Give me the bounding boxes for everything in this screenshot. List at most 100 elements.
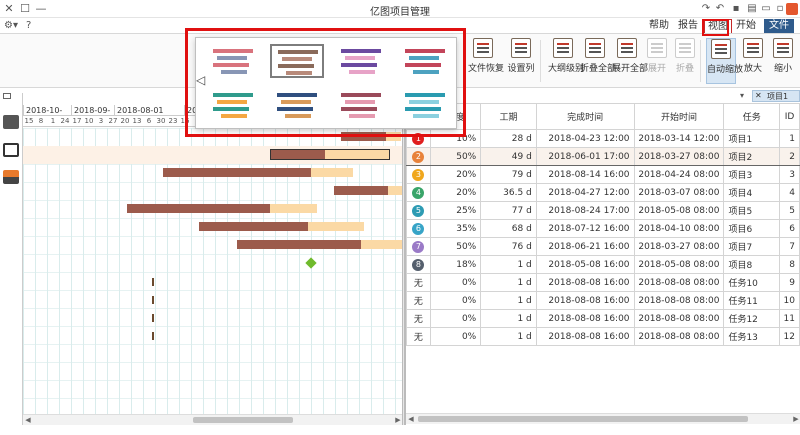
- gantt-style-thumbnail[interactable]: [270, 44, 324, 78]
- cell-start[interactable]: 2018-03-27 08:00: [633, 237, 725, 256]
- cell-start[interactable]: 2018-08-08 08:00: [633, 273, 725, 292]
- gantt-style-thumbnail[interactable]: [398, 88, 452, 122]
- gantt-style-thumbnail[interactable]: [334, 88, 388, 122]
- undo-icon[interactable]: ↶: [714, 3, 726, 15]
- gantt-bar[interactable]: [270, 149, 390, 160]
- save-icon[interactable]: ▪: [730, 3, 742, 15]
- cell-id[interactable]: 9: [779, 273, 800, 292]
- cell-task[interactable]: 项目7: [723, 237, 781, 256]
- cell-progress[interactable]: 35%: [429, 219, 482, 238]
- gantt-task-marker[interactable]: [152, 296, 154, 304]
- briefcase-icon[interactable]: [3, 143, 19, 157]
- cell-end[interactable]: 2018-04-23 12:00: [535, 129, 635, 148]
- col-duration[interactable]: 工期: [480, 103, 537, 130]
- cell-task[interactable]: 项目2: [723, 147, 781, 166]
- milestone-diamond[interactable]: [305, 257, 317, 269]
- gantt-bar[interactable]: [341, 132, 401, 141]
- cell-duration[interactable]: 1 d: [480, 255, 537, 274]
- col-end[interactable]: 完成时间: [535, 103, 635, 130]
- cell-progress[interactable]: 10%: [429, 129, 482, 148]
- col-task[interactable]: 任务: [723, 103, 781, 130]
- cell-end[interactable]: 2018-08-08 16:00: [535, 327, 635, 346]
- table-row[interactable]: 3 20% 79 d 2018-08-14 16:00 2018-04-24 08:00…: [406, 165, 800, 184]
- table-row[interactable]: 5 25% 77 d 2018-08-24 17:00 2018-05-08 08:00…: [406, 201, 800, 220]
- gantt-view-icon[interactable]: [3, 115, 19, 129]
- menu-file[interactable]: 文件: [764, 19, 794, 33]
- scroll-right-icon[interactable]: ▶: [791, 414, 800, 424]
- cell-progress[interactable]: 50%: [429, 147, 482, 166]
- cell-progress[interactable]: 0%: [429, 309, 482, 328]
- cell-progress[interactable]: 0%: [429, 291, 482, 310]
- gantt-bar[interactable]: [237, 240, 402, 249]
- cell-start[interactable]: 2018-08-08 08:00: [633, 309, 725, 328]
- cell-start[interactable]: 2018-04-24 08:00: [633, 165, 725, 184]
- cell-duration[interactable]: 1 d: [480, 273, 537, 292]
- resource-icon[interactable]: [3, 170, 19, 184]
- zoom-out-button[interactable]: 缩小: [768, 38, 798, 84]
- cell-duration[interactable]: 68 d: [480, 219, 537, 238]
- open-folder-icon[interactable]: ▭: [760, 3, 772, 15]
- cell-id[interactable]: 5: [779, 201, 800, 220]
- gantt-style-thumbnail[interactable]: [398, 44, 452, 78]
- table-row[interactable]: 2 50% 49 d 2018-06-01 17:00 2018-03-27 08:00…: [406, 147, 800, 166]
- cell-start[interactable]: 2018-03-07 08:00: [633, 183, 725, 202]
- cell-task[interactable]: 项目6: [723, 219, 781, 238]
- table-row[interactable]: 无 0% 1 d 2018-08-08 16:00 2018-08-08 08:00 任务…: [406, 291, 800, 310]
- cell-id[interactable]: 6: [779, 219, 800, 238]
- table-row[interactable]: 6 35% 68 d 2018-07-12 16:00 2018-04-10 08:00…: [406, 219, 800, 238]
- scroll-thumb[interactable]: [193, 417, 293, 423]
- help-question-icon[interactable]: ?: [26, 20, 31, 31]
- settings-gear-icon[interactable]: ⚙▾: [4, 20, 18, 31]
- gantt-bar[interactable]: [127, 204, 317, 213]
- cell-duration[interactable]: 1 d: [480, 309, 537, 328]
- cell-task[interactable]: 任务13: [723, 327, 781, 346]
- cell-task[interactable]: 项目4: [723, 183, 781, 202]
- cell-duration[interactable]: 28 d: [480, 129, 537, 148]
- cell-id[interactable]: 8: [779, 255, 800, 274]
- cell-end[interactable]: 2018-08-08 16:00: [535, 309, 635, 328]
- menu-start[interactable]: 开始: [733, 19, 759, 33]
- scroll-thumb[interactable]: [418, 416, 748, 422]
- cell-end[interactable]: 2018-08-08 16:00: [535, 273, 635, 292]
- cell-progress[interactable]: 20%: [429, 165, 482, 184]
- gantt-task-marker[interactable]: [152, 314, 154, 322]
- table-row[interactable]: 1 10% 28 d 2018-04-23 12:00 2018-03-14 12:00…: [406, 129, 800, 148]
- table-row[interactable]: 无 0% 1 d 2018-08-08 16:00 2018-08-08 08:00 任务…: [406, 273, 800, 292]
- gantt-bar[interactable]: [199, 222, 364, 231]
- table-row[interactable]: 7 50% 76 d 2018-06-21 16:00 2018-03-27 08:00…: [406, 237, 800, 256]
- cell-start[interactable]: 2018-03-14 12:00: [633, 129, 725, 148]
- menu-view[interactable]: 视图: [704, 19, 732, 33]
- file-recovery-button[interactable]: 文件恢复: [468, 38, 504, 84]
- panel-toggle-icon[interactable]: [3, 93, 11, 99]
- new-file-icon[interactable]: ▫: [774, 3, 786, 15]
- cell-end[interactable]: 2018-08-24 17:00: [535, 201, 635, 220]
- col-id[interactable]: ID: [779, 103, 800, 130]
- cell-duration[interactable]: 36.5 d: [480, 183, 537, 202]
- cell-end[interactable]: 2018-06-01 17:00: [535, 147, 635, 166]
- cell-start[interactable]: 2018-05-08 08:00: [633, 255, 725, 274]
- cell-duration[interactable]: 1 d: [480, 327, 537, 346]
- cell-id[interactable]: 11: [779, 309, 800, 328]
- cell-task[interactable]: 项目3: [723, 165, 781, 184]
- print-icon[interactable]: ▤: [746, 3, 758, 15]
- expand-button[interactable]: 展开: [642, 38, 672, 84]
- cell-duration[interactable]: 79 d: [480, 165, 537, 184]
- cell-end[interactable]: 2018-05-08 16:00: [535, 255, 635, 274]
- table-row[interactable]: 无 0% 1 d 2018-08-08 16:00 2018-08-08 08:00 任务…: [406, 309, 800, 328]
- cell-duration[interactable]: 77 d: [480, 201, 537, 220]
- close-tab-icon[interactable]: ✕: [755, 91, 762, 100]
- cell-id[interactable]: 12: [779, 327, 800, 346]
- cell-duration[interactable]: 1 d: [480, 291, 537, 310]
- col-start[interactable]: 开始时间: [633, 103, 725, 130]
- table-hscrollbar[interactable]: ◀ ▶: [406, 413, 800, 424]
- gantt-hscrollbar[interactable]: ◀ ▶: [23, 414, 403, 425]
- tab-dropdown-icon[interactable]: ▾: [740, 91, 744, 100]
- project-tab[interactable]: ✕ 项目1: [752, 90, 800, 102]
- cell-progress[interactable]: 0%: [429, 327, 482, 346]
- set-columns-button[interactable]: 设置列: [506, 38, 536, 84]
- cell-end[interactable]: 2018-08-08 16:00: [535, 291, 635, 310]
- zoom-in-button[interactable]: 放大: [738, 38, 768, 84]
- cell-start[interactable]: 2018-04-10 08:00: [633, 219, 725, 238]
- cell-task[interactable]: 任务12: [723, 309, 781, 328]
- gantt-style-thumbnail[interactable]: [334, 44, 388, 78]
